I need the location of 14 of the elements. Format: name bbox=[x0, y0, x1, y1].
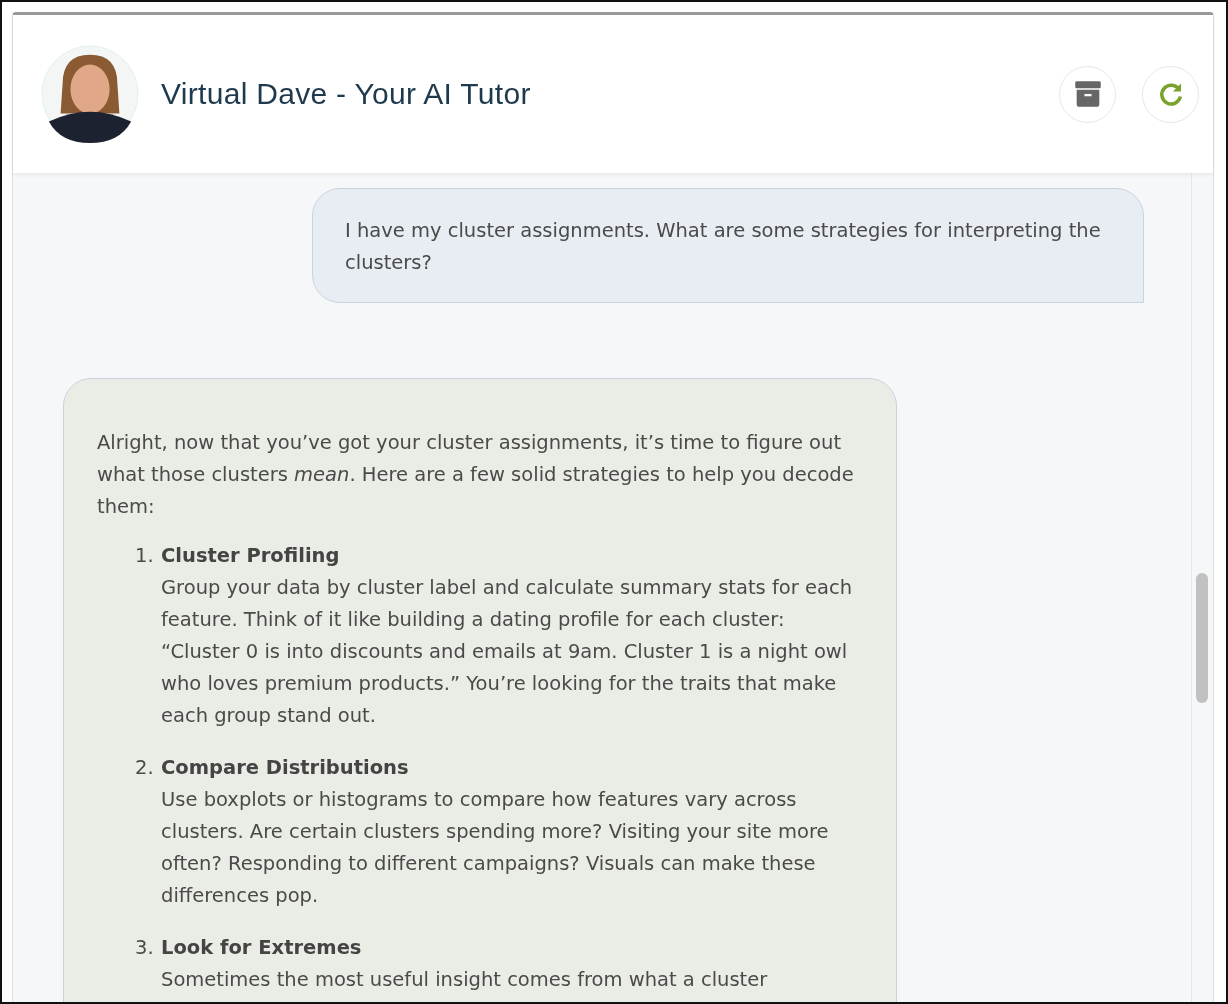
message-paragraph: Alright, now that you’ve got your cluster assignments, it’s time to figure out what those clusters mean. Here are a few solid strategies to help you decode them: bbox=[97, 430, 855, 520]
list-number: 2. bbox=[135, 755, 155, 781]
window-title: Virtual Dave - Your AI Tutor bbox=[161, 77, 531, 111]
list-number: 1. bbox=[135, 543, 155, 569]
list-item-text: Group your data by cluster label and calculate summary stats for each feature. Think of it like building a dating profile for each cluster: “Cluster 0 is into discounts and emails at 9am. Cluster 1 is a night owl who loves premium products.” You’re looking for the traits that make each group stand out. bbox=[161, 575, 853, 729]
list-item-text: Sometimes the most useful insight comes from what a cluster bbox=[161, 967, 768, 993]
scrollbar-thumb[interactable] bbox=[1196, 573, 1208, 703]
list-item-title: Compare Distributions bbox=[161, 755, 410, 781]
list-item-text: Use boxplots or histograms to compare how features vary across clusters. Are certain clusters spending more? Visiting your site more often? Responding to different campaigns? Visuals can make these differences pop. bbox=[161, 787, 830, 909]
user-message: I have my cluster assignments. What are some strategies for interpreting the clusters? bbox=[312, 188, 1144, 303]
list-number: 3. bbox=[135, 935, 155, 961]
list-item-title: Cluster Profiling bbox=[161, 543, 341, 569]
avatar-icon bbox=[41, 45, 139, 143]
list-item-title: Look for Extremes bbox=[161, 935, 363, 961]
